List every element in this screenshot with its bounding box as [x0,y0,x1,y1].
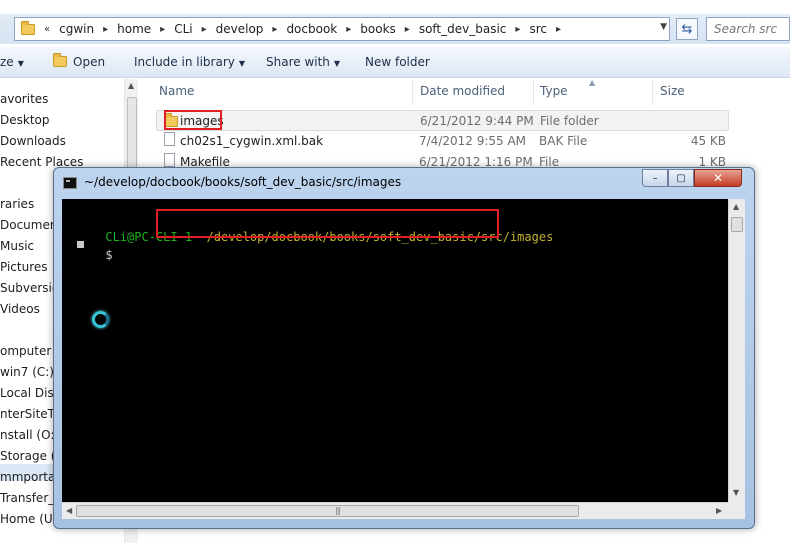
file-date: 6/21/2012 9:44 PM [420,114,534,128]
chevron-right-icon[interactable]: ▸ [346,24,351,35]
folder-icon [21,20,35,35]
refresh-icon: ⇆ [681,21,693,37]
horizontal-scroll-thumb[interactable]: ||| [76,505,579,517]
chevron-right-icon[interactable]: ▸ [556,24,561,35]
path-highlight-box [156,209,499,238]
nav-item-intersitetr[interactable]: nterSiteTr [0,407,58,421]
file-date: 7/4/2012 9:55 AM [419,134,527,148]
chevron-right-icon[interactable]: ▸ [272,24,277,35]
nav-item-music[interactable]: Music [0,239,34,253]
terminal-screen[interactable]: CLi@PC-CLI-1 ~/develop/docbook/books/sof… [62,199,728,502]
nav-item-desktop[interactable]: Desktop [0,113,50,127]
nav-item-pictures[interactable]: Pictures [0,260,48,274]
breadcrumb-cli[interactable]: CLi [174,22,192,36]
breadcrumb-docbook[interactable]: docbook [286,22,337,36]
terminal-title: ~/develop/docbook/books/soft_dev_basic/s… [84,175,402,189]
column-header-type[interactable]: Type [540,84,568,98]
refresh-button[interactable]: ⇆ [676,18,698,40]
file-type: File folder [540,114,599,128]
include-in-library-button[interactable]: Include in library ▼ [134,55,245,69]
vertical-scroll-thumb[interactable] [731,217,743,232]
grip-icon: ||| [335,506,341,515]
resize-grip[interactable] [728,502,745,519]
file-icon [164,153,175,167]
open-button[interactable]: Open [53,53,105,69]
file-icon [164,132,175,146]
chevron-right-icon[interactable]: ▸ [103,24,108,35]
column-divider [652,79,653,105]
scroll-left-icon[interactable]: ◀ [66,506,72,515]
scroll-up-icon[interactable]: ▲ [128,81,134,90]
terminal-horizontal-scrollbar[interactable]: ◀ ||| ▶ [62,502,728,519]
new-folder-button[interactable]: New folder [365,55,430,69]
column-header-size[interactable]: Size [660,84,685,98]
breadcrumb-soft-dev-basic[interactable]: soft_dev_basic [419,22,507,36]
column-divider [412,79,413,105]
chevron-right-icon[interactable]: ▸ [405,24,410,35]
breadcrumb-home[interactable]: home [117,22,151,36]
nav-item-win7-c[interactable]: win7 (C:) [0,365,54,379]
column-divider [533,79,534,105]
text-cursor [77,241,84,248]
input-line: $ [62,234,113,276]
prompt-symbol: $ [105,248,113,262]
breadcrumb-src[interactable]: src [529,22,547,36]
chevron-right-icon[interactable]: ▸ [160,24,165,35]
address-bar: « cgwin ▸ home ▸ CLi ▸ develop ▸ docbook… [0,14,790,44]
column-header-date-modified[interactable]: Date modified [420,84,505,98]
column-header-name[interactable]: Name [159,84,194,98]
breadcrumb-develop[interactable]: develop [216,22,264,36]
images-highlight-box [164,110,222,130]
maximize-button[interactable]: ▢ [668,169,694,187]
nav-item-downloads[interactable]: Downloads [0,134,66,148]
close-icon: ✕ [712,171,724,185]
nav-item-libraries[interactable]: raries [0,197,34,211]
busy-cursor-icon [92,311,109,328]
nav-item-computer[interactable]: omputer [0,344,51,358]
chevron-down-icon[interactable]: ▼ [660,22,667,32]
close-button[interactable]: ✕ [694,169,742,187]
address-box[interactable]: « cgwin ▸ home ▸ CLi ▸ develop ▸ docbook… [14,17,670,41]
breadcrumb-cgwin[interactable]: cgwin [59,22,94,36]
file-name: ch02s1_cygwin.xml.bak [180,134,324,148]
terminal-vertical-scrollbar[interactable]: ▲ ▼ [728,199,745,502]
nav-item-videos[interactable]: Videos [0,302,40,316]
chevron-right-icon[interactable]: ▸ [515,24,520,35]
nav-item-favorites[interactable]: avorites [0,92,48,106]
terminal-icon[interactable] [63,177,77,189]
nav-item-mmportal[interactable]: mmportal [0,470,59,484]
search-input[interactable]: Search src [706,17,790,41]
minimize-button[interactable]: – [642,169,668,187]
scroll-right-icon[interactable]: ▶ [716,506,722,515]
share-with-button[interactable]: Share with ▼ [266,55,340,69]
breadcrumb-overflow[interactable]: « [44,24,50,35]
file-row-ch02s1-bak[interactable]: ch02s1_cygwin.xml.bak 7/4/2012 9:55 AM B… [156,131,729,152]
breadcrumb-books[interactable]: books [360,22,396,36]
chevron-right-icon[interactable]: ▸ [202,24,207,35]
minimize-icon: – [652,172,658,184]
folder-open-icon [53,53,67,67]
sort-ascending-icon: ▲ [589,78,596,87]
file-type: BAK File [539,134,588,148]
terminal-window: ~/develop/docbook/books/soft_dev_basic/s… [53,167,755,529]
nav-item-local-disk[interactable]: Local Disk [0,386,61,400]
scroll-down-icon[interactable]: ▼ [733,488,739,497]
file-row-images[interactable]: images 6/21/2012 9:44 PM File folder [156,110,729,131]
scroll-up-icon[interactable]: ▲ [733,202,739,211]
command-bar: ze ▼ Open Include in library ▼ Share with ▼… [0,47,790,78]
file-size: 45 KB [690,134,726,148]
organize-button[interactable]: ze ▼ [0,55,24,69]
maximize-icon: ▢ [676,172,686,184]
nav-item-install-o[interactable]: nstall (O:) [0,428,59,442]
